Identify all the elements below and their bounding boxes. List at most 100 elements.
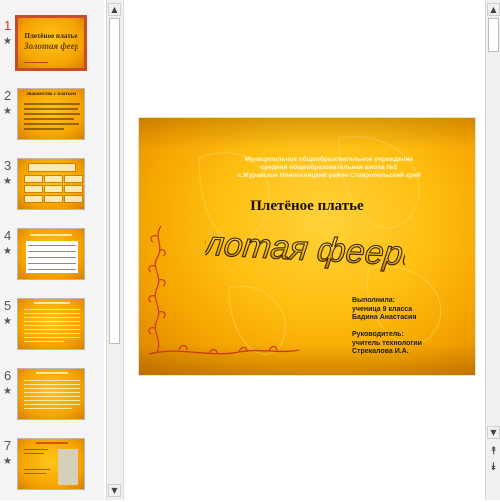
slide-title[interactable]: Плетёное платье xyxy=(217,198,397,215)
slide-number: 6 xyxy=(4,368,12,383)
thumbnail-text-line xyxy=(36,372,68,374)
thumbnail-text-line xyxy=(24,329,80,330)
slide-number: 1 xyxy=(4,18,12,33)
scroll-up-button[interactable]: ▲ xyxy=(487,3,500,16)
thumbnail-scrollbar[interactable]: ▲ ▼ xyxy=(106,0,123,500)
slide-thumbnail-6[interactable] xyxy=(17,368,85,420)
thumbnail-text-line xyxy=(36,442,68,444)
wordart-title[interactable]: Золотая феерия xyxy=(205,214,405,286)
thumbnail-table-line xyxy=(28,251,76,252)
thumbnail-text-line xyxy=(34,302,70,304)
thumbnail-box xyxy=(64,185,83,193)
thumbnail-box xyxy=(44,195,63,203)
slide-scrollbar[interactable]: ▲ ▼ ⯭ ⯯ xyxy=(485,0,500,500)
performed-line-2: Бадина Анастасия xyxy=(352,314,417,321)
transition-star-icon: ★ xyxy=(3,386,12,397)
thumbnail-box xyxy=(24,195,43,203)
thumbnail-title: Плетёное платье xyxy=(24,32,78,40)
thumbnail-text-line xyxy=(24,404,80,405)
thumbnail-box xyxy=(24,175,43,183)
thumbnail-text-line xyxy=(24,449,48,450)
thumbnail-text-line xyxy=(24,118,74,120)
thumbnail-title: Знакомство с платьем xyxy=(26,92,76,97)
slide-thumbnail-row-2[interactable]: 2 ★ Знакомство с платьем xyxy=(0,88,104,152)
transition-star-icon: ★ xyxy=(3,36,12,47)
slide-thumbnail-row-4[interactable]: 4 ★ xyxy=(0,228,104,292)
thumbnail-text-line xyxy=(24,337,80,338)
thumbnail-table-line xyxy=(28,245,76,246)
current-slide[interactable]: Муниципальное общеобразовательное учрежд… xyxy=(139,118,475,375)
supervisor-line-1: учитель технологии xyxy=(352,340,422,347)
scroll-down-button[interactable]: ▼ xyxy=(108,484,121,497)
slide-thumbnail-row-3[interactable]: 3 ★ xyxy=(0,158,104,222)
thumbnail-box xyxy=(24,185,43,193)
thumbnail-text-line xyxy=(24,380,80,381)
slide-thumbnail-2[interactable]: Знакомство с платьем xyxy=(17,88,85,140)
slide-thumbnail-5[interactable] xyxy=(17,298,85,350)
thumbnail-box xyxy=(64,195,83,203)
next-slide-icon[interactable]: ⯯ xyxy=(487,460,500,473)
thumbnail-text-line xyxy=(24,309,80,310)
thumbnail-photo xyxy=(58,449,78,485)
performed-label: Выполнила: xyxy=(352,297,396,304)
thumbnail-table-line xyxy=(28,269,76,270)
thumbnail-text-line xyxy=(24,453,44,454)
scrollbar-thumb[interactable] xyxy=(488,18,499,52)
performed-line-1: ученица 9 класса xyxy=(352,306,413,313)
thumbnail-text-line xyxy=(24,384,80,385)
thumbnail-text-line xyxy=(24,123,79,125)
thumbnail-text-line xyxy=(24,325,80,326)
institution-line-3: с.Журавское Новоселицкий район Ставропол… xyxy=(237,172,421,179)
scroll-up-button[interactable]: ▲ xyxy=(108,3,121,16)
transition-star-icon: ★ xyxy=(3,456,12,467)
thumbnail-text-line xyxy=(24,392,80,393)
slide-thumbnail-7[interactable] xyxy=(17,438,85,490)
slide-thumbnail-row-1[interactable]: 1 ★ Плетёное платье Золотая феерия xyxy=(0,15,104,82)
thumbnail-text-line xyxy=(24,341,64,342)
thumbnail-text-line xyxy=(24,113,80,115)
slide-number: 5 xyxy=(4,298,12,313)
transition-star-icon: ★ xyxy=(3,176,12,187)
slide-thumbnail-row-7[interactable]: 7 ★ xyxy=(0,438,104,502)
thumbnail-text-line xyxy=(24,333,80,334)
scroll-down-button[interactable]: ▼ xyxy=(487,426,500,439)
thumbnail-text-line xyxy=(24,400,80,401)
thumbnail-text-line xyxy=(24,128,64,130)
thumbnail-box xyxy=(28,163,76,172)
thumbnail-box xyxy=(64,175,83,183)
slide-number: 7 xyxy=(4,438,12,453)
scrollbar-thumb[interactable] xyxy=(109,18,120,344)
thumbnail-text-line xyxy=(30,234,72,236)
thumbnail-text-line xyxy=(24,473,46,474)
thumbnail-text-line xyxy=(24,317,80,318)
thumbnail-text-line xyxy=(24,321,80,322)
thumbnail-text-line xyxy=(24,408,72,409)
slide-number: 4 xyxy=(4,228,12,243)
thumbnail-text-line xyxy=(24,388,80,389)
slide-thumbnail-1[interactable]: Плетёное платье Золотая феерия xyxy=(15,15,87,71)
slide-thumbnail-3[interactable] xyxy=(17,158,85,210)
thumbnail-subtitle: Золотая феерия xyxy=(24,41,78,51)
transition-star-icon: ★ xyxy=(3,316,12,327)
thumbnail-box xyxy=(44,185,63,193)
thumbnail-box xyxy=(44,175,63,183)
thumbnail-text-line xyxy=(24,313,80,314)
slide-number: 2 xyxy=(4,88,12,103)
transition-star-icon: ★ xyxy=(3,246,12,257)
thumbnail-table-line xyxy=(28,263,76,264)
previous-slide-icon[interactable]: ⯭ xyxy=(487,444,500,457)
wordart-text: Золотая феерия xyxy=(205,223,405,275)
slide-thumbnail-pane: 1 ★ Плетёное платье Золотая феерия 2 ★ З… xyxy=(0,0,104,500)
slide-thumbnail-4[interactable] xyxy=(17,228,85,280)
slide-canvas-area: Муниципальное общеобразовательное учрежд… xyxy=(123,0,486,500)
thumbnail-table-line xyxy=(28,257,76,258)
thumbnail-text-line xyxy=(24,396,80,397)
thumbnail-text-line xyxy=(24,103,80,105)
slide-number: 3 xyxy=(4,158,12,173)
slide-thumbnail-row-6[interactable]: 6 ★ xyxy=(0,368,104,432)
thumbnail-text-line xyxy=(24,108,78,110)
slide-thumbnail-row-5[interactable]: 5 ★ xyxy=(0,298,104,362)
thumbnail-ornament xyxy=(24,62,48,63)
supervisor-label: Руководитель: xyxy=(352,331,404,338)
supervisor-line-2: Стрекалова И.А. xyxy=(352,348,409,355)
